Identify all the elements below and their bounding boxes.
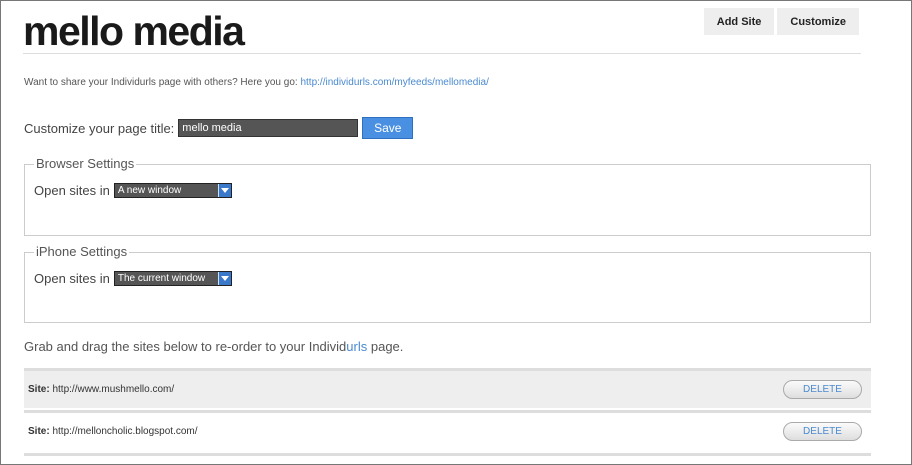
iphone-open-sites-value: The current window — [117, 273, 206, 284]
browser-open-sites-row: Open sites in A new window — [34, 183, 232, 198]
iphone-open-sites-label: Open sites in — [34, 271, 110, 286]
header-divider — [23, 53, 861, 54]
site-entry: Site: http://www.mushmello.com/ — [28, 384, 174, 395]
site-row[interactable]: Site: http://www.mushmello.com/ DELETE — [24, 368, 871, 408]
delete-button[interactable]: DELETE — [783, 422, 862, 441]
share-text: Want to share your Individurls page with… — [24, 77, 298, 88]
brand-text: urls — [346, 339, 368, 354]
site-url: http://melloncholic.blogspot.com/ — [52, 426, 198, 437]
site-label: Site: — [28, 426, 50, 437]
add-site-button[interactable]: Add Site — [703, 8, 775, 35]
page-title-input[interactable] — [178, 119, 359, 137]
iphone-settings-fieldset: iPhone Settings Open sites in The curren… — [24, 244, 871, 323]
browser-open-sites-value: A new window — [117, 185, 182, 196]
list-bottom-divider — [24, 453, 871, 456]
browser-open-sites-label: Open sites in — [34, 183, 110, 198]
drag-instructions-end: page. — [367, 339, 404, 354]
browser-open-sites-select[interactable]: A new window — [113, 183, 232, 198]
top-toolbar: Add Site Customize — [703, 8, 859, 35]
drag-instructions-text: Grab and drag the sites below to re-orde… — [24, 339, 347, 354]
iphone-settings-legend: iPhone Settings — [34, 244, 130, 259]
chevron-down-icon[interactable] — [217, 184, 231, 197]
save-button[interactable]: Save — [362, 117, 414, 139]
site-entry: Site: http://melloncholic.blogspot.com/ — [28, 426, 198, 437]
delete-button[interactable]: DELETE — [783, 380, 862, 399]
customize-title-row: Customize your page title: Save — [24, 117, 414, 139]
chevron-down-icon[interactable] — [217, 272, 231, 285]
site-label: Site: — [28, 384, 50, 395]
customize-button[interactable]: Customize — [777, 8, 859, 35]
share-link[interactable]: http://individurls.com/myfeeds/mellomedi… — [300, 77, 488, 88]
browser-settings-legend: Browser Settings — [34, 156, 137, 171]
site-row[interactable]: Site: http://melloncholic.blogspot.com/ … — [24, 410, 871, 450]
page-title: mello media — [23, 8, 245, 54]
share-message: Want to share your Individurls page with… — [24, 77, 489, 88]
site-url: http://www.mushmello.com/ — [52, 384, 175, 395]
iphone-open-sites-row: Open sites in The current window — [34, 271, 232, 286]
drag-instructions: Grab and drag the sites below to re-orde… — [24, 339, 403, 354]
iphone-open-sites-select[interactable]: The current window — [113, 271, 232, 286]
customize-title-label: Customize your page title: — [24, 120, 175, 136]
browser-settings-fieldset: Browser Settings Open sites in A new win… — [24, 156, 871, 236]
